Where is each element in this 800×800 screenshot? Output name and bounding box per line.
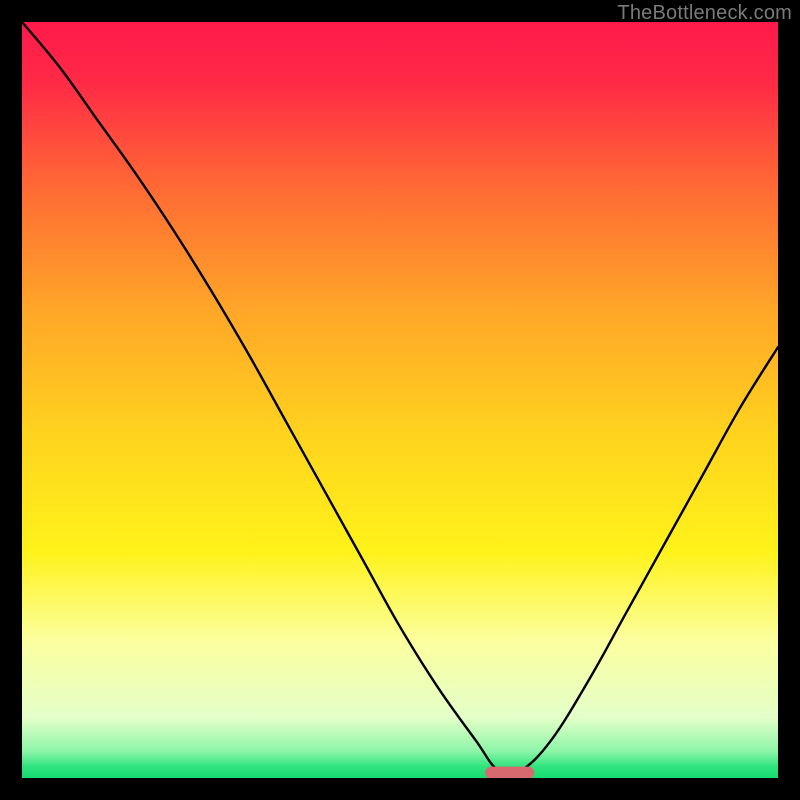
plot-svg xyxy=(22,22,778,778)
watermark-text: TheBottleneck.com xyxy=(617,2,792,25)
gradient-background xyxy=(22,22,778,778)
plot-area xyxy=(22,22,778,778)
chart-frame: TheBottleneck.com xyxy=(0,0,800,800)
optimum-marker xyxy=(485,767,534,778)
